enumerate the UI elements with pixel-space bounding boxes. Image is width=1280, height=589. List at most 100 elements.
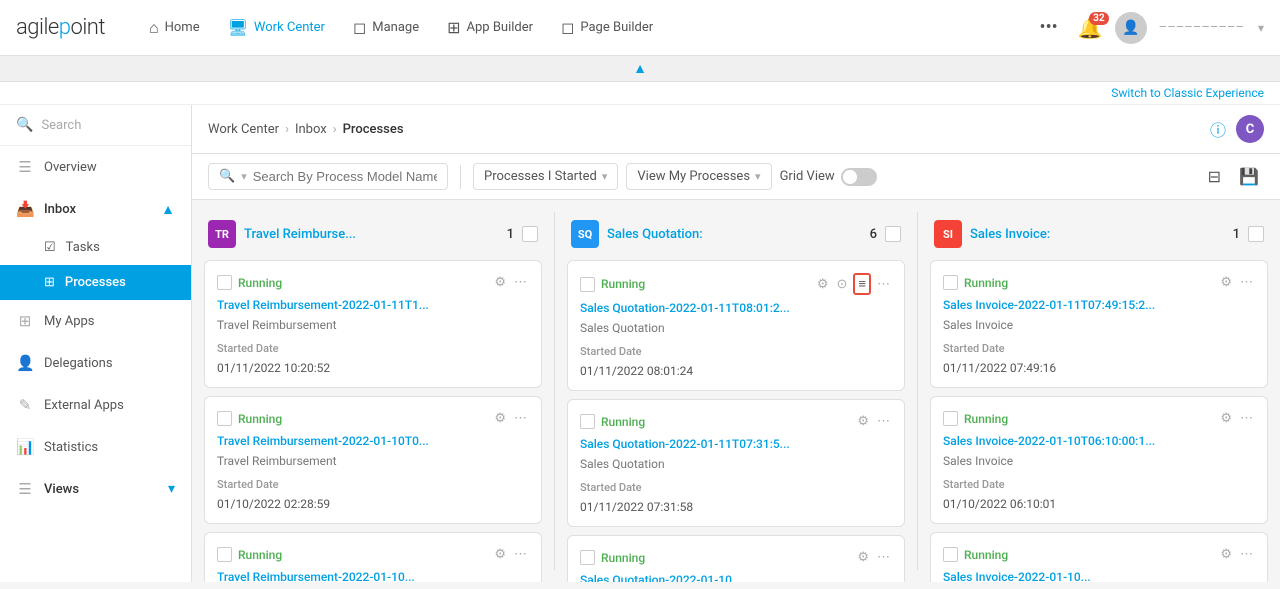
sidebar-item-processes[interactable]: ⊞ Processes bbox=[0, 265, 191, 300]
processes-icon: ⊞ bbox=[44, 275, 55, 290]
card-action-1[interactable]: ⋯ bbox=[512, 273, 529, 292]
nav-pagebuilder[interactable]: ◻ Page Builder bbox=[549, 10, 665, 45]
views-collapse-icon[interactable]: ▾ bbox=[168, 481, 175, 497]
card-action-0[interactable]: ⚙ bbox=[1218, 273, 1234, 292]
card-checkbox[interactable] bbox=[217, 547, 232, 562]
card-title[interactable]: Travel Reimbursement-2022-01-10... bbox=[217, 570, 529, 582]
breadcrumb-inbox[interactable]: Inbox bbox=[295, 122, 327, 137]
col-select-all-salesinvoice[interactable] bbox=[1248, 226, 1264, 242]
info-icon[interactable]: ⓘ bbox=[1210, 117, 1226, 141]
card-action-1[interactable]: ⋯ bbox=[1238, 409, 1255, 428]
myapps-icon: ⊞ bbox=[16, 312, 34, 330]
search-input[interactable] bbox=[253, 169, 437, 184]
card-title[interactable]: Sales Invoice-2022-01-11T07:49:15:2... bbox=[943, 298, 1255, 312]
col-select-all-travel[interactable] bbox=[522, 226, 538, 242]
sidebar-item-myapps[interactable]: ⊞ My Apps bbox=[0, 300, 191, 342]
card-action-0[interactable]: ⚙ bbox=[815, 275, 831, 294]
statistics-icon: 📊 bbox=[16, 438, 34, 456]
classic-switch-bar: Switch to Classic Experience bbox=[0, 82, 1280, 105]
nav-appbuilder[interactable]: ⊞ App Builder bbox=[435, 10, 545, 45]
processes-dropdown[interactable]: Processes I Started ▾ bbox=[473, 163, 618, 190]
card-checkbox[interactable] bbox=[217, 275, 232, 290]
card-action-1[interactable]: ⋯ bbox=[875, 548, 892, 567]
sidebar-group-header-views[interactable]: ☰ Views ▾ bbox=[0, 468, 191, 510]
user-initials-badge[interactable]: C bbox=[1236, 115, 1264, 143]
card-checkbox[interactable] bbox=[580, 414, 595, 429]
tasks-icon: ☑ bbox=[44, 240, 56, 255]
sidebar-item-tasks[interactable]: ☑ Tasks bbox=[0, 230, 191, 265]
card-action-1[interactable]: ⊙ bbox=[835, 275, 850, 294]
col-select-all-salesquotation[interactable] bbox=[885, 226, 901, 242]
sidebar-item-statistics[interactable]: 📊 Statistics bbox=[0, 426, 191, 468]
card-title[interactable]: Sales Quotation-2022-01-10... bbox=[580, 573, 892, 582]
col-badge-travel: TR bbox=[208, 220, 236, 248]
table-row: Running⚙⋯Travel Reimbursement-2022-01-10… bbox=[204, 532, 542, 582]
card-title[interactable]: Sales Quotation-2022-01-11T07:31:5... bbox=[580, 437, 892, 451]
processes-dropdown-chevron: ▾ bbox=[602, 170, 608, 183]
card-status: Running bbox=[964, 412, 1008, 426]
card-action-3[interactable]: ⋯ bbox=[875, 275, 892, 294]
card-checkbox[interactable] bbox=[943, 547, 958, 562]
grid-column-salesquotation: SQSales Quotation:6Running⚙⊙≡⋯Sales Quot… bbox=[567, 212, 905, 570]
card-action-0[interactable]: ⚙ bbox=[1218, 545, 1234, 564]
card-title[interactable]: Sales Invoice-2022-01-10T06:10:00:1... bbox=[943, 434, 1255, 448]
col-count-salesquotation: 6 bbox=[870, 227, 877, 242]
sidebar-item-overview[interactable]: ☰ Overview bbox=[0, 146, 191, 188]
card-action-2[interactable]: ≡ bbox=[853, 273, 871, 295]
table-row: Running⚙⋯Sales Invoice-2022-01-11T07:49:… bbox=[930, 260, 1268, 388]
sidebar-search[interactable]: 🔍 Search bbox=[0, 105, 191, 146]
nav-workcenter[interactable]: 🖥 Work Center bbox=[216, 10, 337, 45]
process-search-bar[interactable]: 🔍 ▾ bbox=[208, 163, 448, 190]
more-button[interactable]: ••• bbox=[1032, 13, 1066, 42]
view-dropdown[interactable]: View My Processes ▾ bbox=[626, 163, 771, 190]
sidebar-group-views: ☰ Views ▾ bbox=[0, 468, 191, 510]
classic-switch-link[interactable]: Switch to Classic Experience bbox=[1111, 86, 1264, 100]
col-title-salesquotation[interactable]: Sales Quotation: bbox=[607, 227, 858, 242]
inbox-icon: 📥 bbox=[16, 200, 34, 218]
view-dropdown-chevron: ▾ bbox=[755, 170, 761, 183]
card-action-0[interactable]: ⚙ bbox=[1218, 409, 1234, 428]
card-title[interactable]: Travel Reimbursement-2022-01-11T1... bbox=[217, 298, 529, 312]
col-header-travel: TRTravel Reimburse...1 bbox=[204, 212, 542, 252]
logo[interactable]: agilepoint bbox=[16, 15, 105, 40]
card-checkbox[interactable] bbox=[580, 550, 595, 565]
card-action-1[interactable]: ⋯ bbox=[512, 545, 529, 564]
card-date-label: Started Date bbox=[580, 345, 892, 358]
views-icon: ☰ bbox=[16, 480, 34, 498]
breadcrumb-workcenter[interactable]: Work Center bbox=[208, 122, 279, 137]
card-title[interactable]: Sales Invoice-2022-01-10... bbox=[943, 570, 1255, 582]
card-action-1[interactable]: ⋯ bbox=[512, 409, 529, 428]
filter-icon[interactable]: ⊟ bbox=[1203, 162, 1226, 191]
sidebar-group-header-inbox[interactable]: 📥 Inbox ▲ bbox=[0, 188, 191, 230]
col-title-travel[interactable]: Travel Reimburse... bbox=[244, 227, 495, 242]
column-separator bbox=[554, 212, 555, 570]
card-action-0[interactable]: ⚙ bbox=[492, 545, 508, 564]
user-chevron-icon[interactable]: ▾ bbox=[1258, 21, 1264, 35]
searchbar-chevron-icon[interactable]: ▾ bbox=[241, 170, 247, 183]
card-checkbox[interactable] bbox=[217, 411, 232, 426]
card-title[interactable]: Travel Reimbursement-2022-01-10T0... bbox=[217, 434, 529, 448]
card-action-0[interactable]: ⚙ bbox=[855, 548, 871, 567]
sidebar-item-delegations[interactable]: 👤 Delegations bbox=[0, 342, 191, 384]
collapse-banner[interactable]: ▲ bbox=[0, 56, 1280, 82]
card-action-1[interactable]: ⋯ bbox=[1238, 545, 1255, 564]
nav-home[interactable]: ⌂ Home bbox=[137, 10, 212, 46]
notifications-button[interactable]: 🔔 32 bbox=[1078, 16, 1103, 40]
inbox-subitems: ☑ Tasks ⊞ Processes bbox=[0, 230, 191, 300]
card-checkbox[interactable] bbox=[580, 277, 595, 292]
card-title[interactable]: Sales Quotation-2022-01-11T08:01:2... bbox=[580, 301, 892, 315]
card-action-0[interactable]: ⚙ bbox=[492, 409, 508, 428]
save-icon[interactable]: 💾 bbox=[1234, 162, 1264, 191]
inbox-collapse-icon[interactable]: ▲ bbox=[161, 201, 175, 218]
nav-manage[interactable]: ◻ Manage bbox=[341, 10, 431, 45]
card-action-0[interactable]: ⚙ bbox=[492, 273, 508, 292]
col-title-salesinvoice[interactable]: Sales Invoice: bbox=[970, 227, 1221, 242]
sidebar-item-externalapps[interactable]: ✎ External Apps bbox=[0, 384, 191, 426]
delegations-icon: 👤 bbox=[16, 354, 34, 372]
card-action-1[interactable]: ⋯ bbox=[1238, 273, 1255, 292]
card-checkbox[interactable] bbox=[943, 411, 958, 426]
card-action-1[interactable]: ⋯ bbox=[875, 412, 892, 431]
card-action-0[interactable]: ⚙ bbox=[855, 412, 871, 431]
card-checkbox[interactable] bbox=[943, 275, 958, 290]
grid-view-switch[interactable] bbox=[841, 168, 877, 186]
